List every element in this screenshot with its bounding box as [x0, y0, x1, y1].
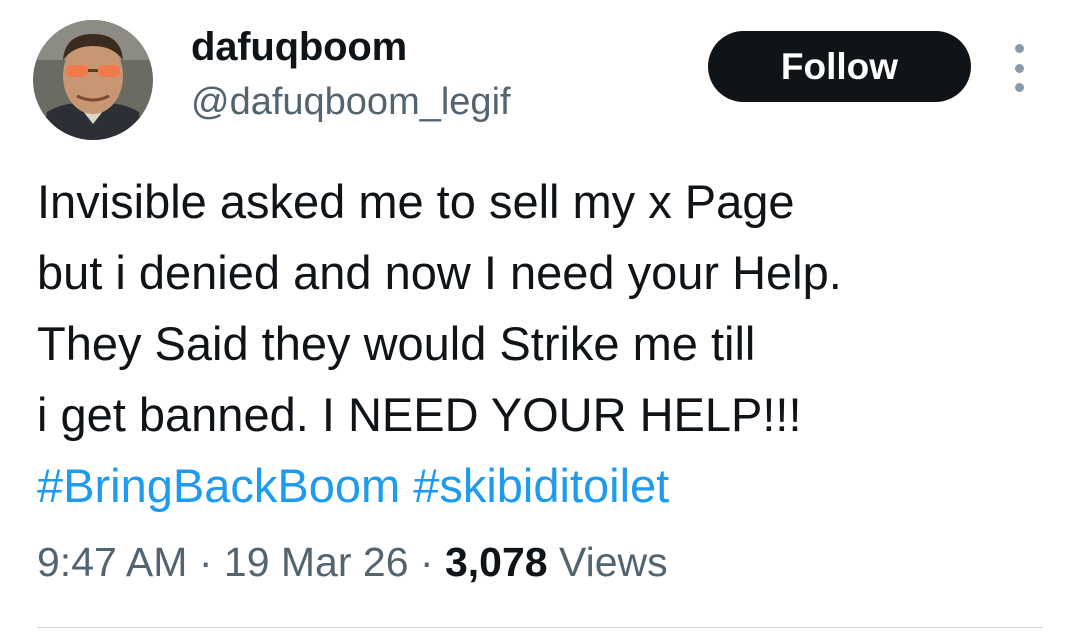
- tweet-line: They Said they would Strike me till: [37, 317, 756, 370]
- hashtag-link[interactable]: #skibiditoilet: [413, 459, 669, 512]
- tweet-date[interactable]: 19 Mar 26: [224, 539, 409, 585]
- tweet-meta: 9:47 AM · 19 Mar 26 · 3,078 Views: [37, 536, 668, 588]
- follow-button[interactable]: Follow: [708, 31, 971, 102]
- meta-separator: ·: [419, 539, 434, 585]
- user-handle[interactable]: @dafuqboom_legif: [191, 78, 511, 126]
- views-label: Views: [559, 539, 668, 585]
- hashtag-line: #BringBackBoom #skibiditoilet: [37, 450, 1047, 521]
- vertical-ellipsis-icon: [1014, 63, 1024, 73]
- tweet-time[interactable]: 9:47 AM: [37, 539, 187, 585]
- display-name[interactable]: dafuqboom: [191, 21, 407, 73]
- tweet-text: Invisible asked me to sell my x Page but…: [37, 166, 1047, 521]
- tweet-line: i get banned. I NEED YOUR HELP!!!: [37, 388, 802, 441]
- tweet-line: but i denied and now I need your Help.: [37, 246, 842, 299]
- vertical-ellipsis-icon: [1014, 83, 1024, 92]
- vertical-ellipsis-icon: [1014, 44, 1024, 53]
- tweet-line: Invisible asked me to sell my x Page: [37, 175, 795, 228]
- avatar[interactable]: [33, 20, 153, 140]
- profile-avatar-photo: [33, 20, 153, 140]
- meta-separator: ·: [198, 539, 213, 585]
- views-count[interactable]: 3,078: [445, 539, 548, 585]
- hashtag-link[interactable]: #BringBackBoom: [37, 459, 400, 512]
- divider: [37, 627, 1043, 628]
- more-options-button[interactable]: [1003, 44, 1035, 92]
